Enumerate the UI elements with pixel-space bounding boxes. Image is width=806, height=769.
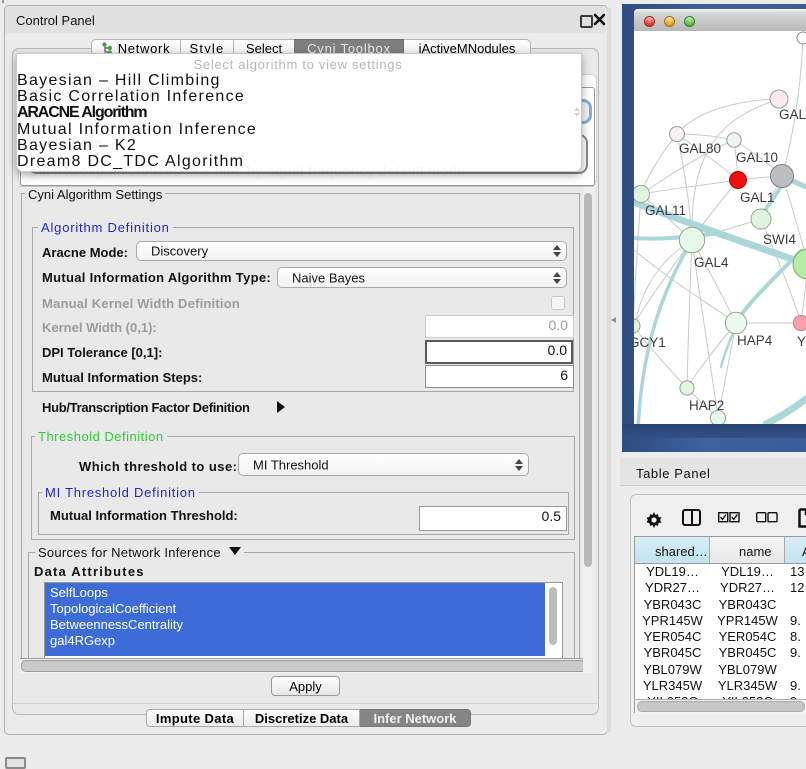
svg-text:GAL80: GAL80 bbox=[679, 141, 721, 156]
svg-text:GAL11: GAL11 bbox=[645, 203, 686, 218]
svg-text:HAP2: HAP2 bbox=[689, 398, 724, 413]
svg-text:GAL10: GAL10 bbox=[736, 150, 778, 165]
svg-text:GCY1: GCY1 bbox=[634, 335, 666, 350]
svg-text:GAL4: GAL4 bbox=[694, 255, 729, 270]
svg-text:GAL: GAL bbox=[779, 107, 806, 122]
svg-text:GAL1: GAL1 bbox=[740, 190, 775, 205]
svg-text:Y: Y bbox=[797, 334, 806, 349]
svg-text:SWI4: SWI4 bbox=[763, 232, 796, 247]
svg-text:HAP4: HAP4 bbox=[737, 333, 773, 348]
